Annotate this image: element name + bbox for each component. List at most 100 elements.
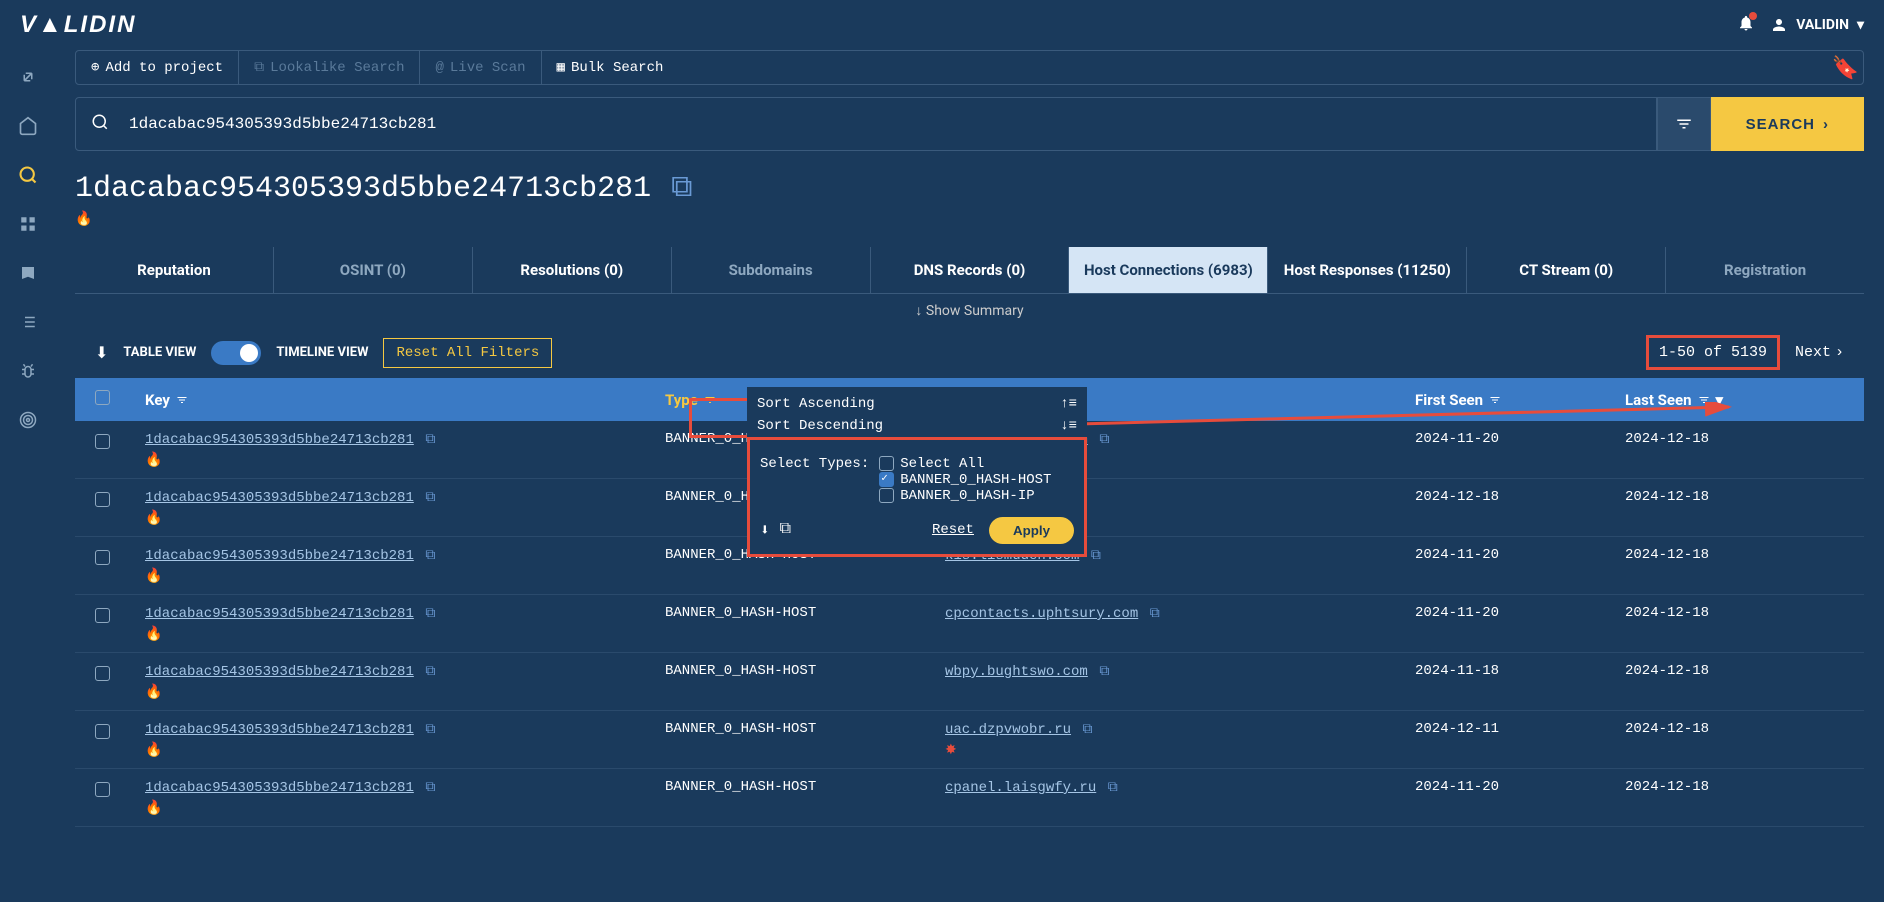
select-all-checkbox[interactable] — [95, 390, 110, 405]
row-checkbox[interactable] — [95, 608, 110, 623]
threat-icon: 🔥 — [145, 800, 665, 816]
value-link[interactable]: cpanel.laisgwfy.ru — [945, 780, 1096, 796]
controls-row: ⬇ TABLE VIEW TIMELINE VIEW Reset All Fil… — [75, 327, 1864, 378]
target-icon[interactable] — [16, 408, 40, 432]
copy-value-icon[interactable]: ⧉ — [1099, 663, 1109, 679]
last-seen-cell: 2024-12-18 — [1625, 663, 1844, 679]
search-icon[interactable] — [16, 163, 40, 187]
tab-1[interactable]: OSINT (0) — [274, 247, 473, 293]
live-scan-button[interactable]: @Live Scan — [420, 51, 541, 84]
tab-0[interactable]: Reputation — [75, 247, 274, 293]
copy-title-icon[interactable]: ⧉ — [671, 171, 692, 206]
bulk-search-button[interactable]: ▦Bulk Search — [542, 51, 679, 84]
key-link[interactable]: 1dacabac954305393d5bbe24713cb281 — [145, 548, 414, 564]
tab-7[interactable]: CT Stream (0) — [1467, 247, 1666, 293]
tab-2[interactable]: Resolutions (0) — [473, 247, 672, 293]
column-first-seen[interactable]: First Seen — [1415, 391, 1625, 409]
type-cell: BANNER_0_HASH-HOST — [665, 605, 945, 621]
view-toggle[interactable] — [211, 341, 261, 365]
tab-4[interactable]: DNS Records (0) — [871, 247, 1070, 293]
expand-icon[interactable] — [16, 65, 40, 89]
grid-icon[interactable] — [16, 212, 40, 236]
key-link[interactable]: 1dacabac954305393d5bbe24713cb281 — [145, 606, 414, 622]
row-checkbox[interactable] — [95, 724, 110, 739]
add-to-project-button[interactable]: ⊕Add to project — [76, 51, 239, 84]
bug-icon[interactable] — [16, 359, 40, 383]
tab-5[interactable]: Host Connections (6983) — [1069, 247, 1268, 293]
sort-asc-option[interactable]: Sort Ascending↑≡ — [757, 393, 1077, 415]
notifications-icon[interactable] — [1737, 14, 1755, 36]
first-seen-cell: 2024-11-20 — [1415, 547, 1625, 563]
column-last-seen[interactable]: Last Seen ▾ — [1625, 391, 1844, 409]
key-link[interactable]: 1dacabac954305393d5bbe24713cb281 — [145, 490, 414, 506]
tab-8[interactable]: Registration — [1666, 247, 1864, 293]
copy-value-icon[interactable]: ⧉ — [1150, 605, 1160, 621]
key-link[interactable]: 1dacabac954305393d5bbe24713cb281 — [145, 664, 414, 680]
row-checkbox[interactable] — [95, 666, 110, 681]
filter-reset-button[interactable]: Reset — [932, 522, 974, 538]
row-checkbox[interactable] — [95, 782, 110, 797]
key-link[interactable]: 1dacabac954305393d5bbe24713cb281 — [145, 780, 414, 796]
filter-option-2[interactable]: BANNER_0_HASH-IP — [879, 488, 1074, 504]
copy-key-icon[interactable]: ⧉ — [425, 605, 435, 621]
list-icon[interactable] — [16, 310, 40, 334]
reset-filters-button[interactable]: Reset All Filters — [383, 338, 552, 368]
last-seen-cell: 2024-12-18 — [1625, 431, 1844, 447]
lookalike-search-button[interactable]: ⧉Lookalike Search — [239, 51, 420, 84]
copy-key-icon[interactable]: ⧉ — [425, 779, 435, 795]
threat-indicator-icon: 🔥 — [75, 211, 1864, 227]
sort-desc-option[interactable]: Sort Descending↓≡ — [757, 415, 1077, 437]
select-types-label: Select Types: — [760, 456, 869, 505]
filter-copy-icon[interactable]: ⧉ — [780, 520, 791, 540]
copy-key-icon[interactable]: ⧉ — [425, 431, 435, 447]
column-key[interactable]: Key — [145, 391, 665, 409]
type-cell: BANNER_0_HASH-HOST — [665, 663, 945, 679]
filter-download-icon[interactable]: ⬇ — [760, 520, 770, 540]
tab-6[interactable]: Host Responses (11250) — [1268, 247, 1467, 293]
search-input[interactable] — [129, 115, 1641, 133]
filter-option-0[interactable]: Select All — [879, 456, 1074, 472]
next-page-button[interactable]: Next › — [1795, 344, 1844, 361]
type-cell: BANNER_0_HASH-HOST — [665, 779, 945, 795]
filter-apply-button[interactable]: Apply — [989, 517, 1074, 544]
filter-checkbox-1[interactable] — [879, 472, 894, 487]
show-summary-toggle[interactable]: ↓ Show Summary — [75, 294, 1864, 327]
book-icon[interactable] — [16, 261, 40, 285]
copy-key-icon[interactable]: ⧉ — [425, 489, 435, 505]
download-icon[interactable]: ⬇ — [95, 343, 108, 362]
filter-option-1[interactable]: BANNER_0_HASH-HOST — [879, 472, 1074, 488]
search-button[interactable]: SEARCH› — [1711, 97, 1864, 151]
copy-value-icon[interactable]: ⧉ — [1099, 431, 1109, 447]
action-toolbar: ⊕Add to project ⧉Lookalike Search @Live … — [75, 50, 1864, 85]
value-link[interactable]: wbpy.bughtswo.com — [945, 664, 1088, 680]
first-seen-cell: 2024-11-20 — [1415, 779, 1625, 795]
copy-value-icon[interactable]: ⧉ — [1108, 779, 1118, 795]
copy-key-icon[interactable]: ⧉ — [425, 547, 435, 563]
copy-key-icon[interactable]: ⧉ — [425, 663, 435, 679]
home-icon[interactable] — [16, 114, 40, 138]
key-link[interactable]: 1dacabac954305393d5bbe24713cb281 — [145, 432, 414, 448]
copy-key-icon[interactable]: ⧉ — [425, 721, 435, 737]
threat-icon: 🔥 — [145, 742, 665, 758]
grid-small-icon: ▦ — [557, 59, 565, 76]
search-filter-button[interactable] — [1657, 97, 1711, 151]
filter-checkbox-0[interactable] — [879, 456, 894, 471]
first-seen-cell: 2024-12-18 — [1415, 489, 1625, 505]
copy-value-icon[interactable]: ⧉ — [1083, 721, 1093, 737]
last-seen-cell: 2024-12-18 — [1625, 721, 1844, 737]
bookmark-icon[interactable]: 🔖 — [1832, 56, 1859, 81]
pagination-info: 1-50 of 5139 — [1646, 335, 1780, 370]
first-seen-cell: 2024-11-20 — [1415, 605, 1625, 621]
filter-checkbox-2[interactable] — [879, 488, 894, 503]
value-link[interactable]: cpcontacts.uphtsury.com — [945, 606, 1138, 622]
copy-icon: ⧉ — [254, 60, 264, 76]
value-link[interactable]: uac.dzpvwobr.ru — [945, 722, 1071, 738]
tab-3[interactable]: Subdomains — [672, 247, 871, 293]
user-menu[interactable]: VALIDIN ▾ — [1770, 16, 1864, 34]
threat-icon: 🔥 — [145, 626, 665, 642]
copy-value-icon[interactable]: ⧉ — [1091, 547, 1101, 563]
row-checkbox[interactable] — [95, 550, 110, 565]
key-link[interactable]: 1dacabac954305393d5bbe24713cb281 — [145, 722, 414, 738]
row-checkbox[interactable] — [95, 434, 110, 449]
row-checkbox[interactable] — [95, 492, 110, 507]
